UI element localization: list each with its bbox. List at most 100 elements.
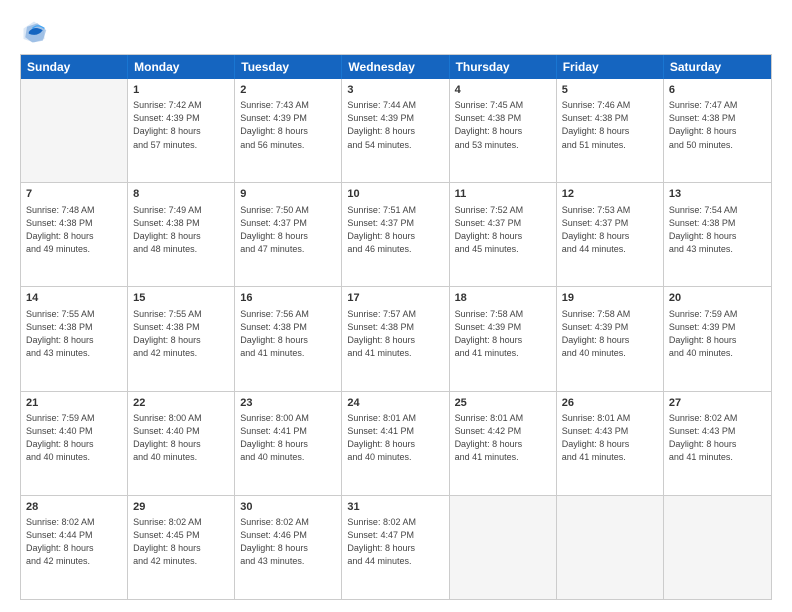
day-number: 13 (669, 187, 766, 202)
table-row: 26Sunrise: 8:01 AMSunset: 4:43 PMDayligh… (557, 392, 664, 495)
table-row: 15 Sunrise: 7:55 AMSunset: 4:38 PMDayligh… (128, 287, 235, 390)
header-day-monday: Monday (128, 55, 235, 79)
table-row: 12 Sunrise: 7:53 AMSunset: 4:37 PMDayligh… (557, 183, 664, 286)
table-row: 5Sunrise: 7:46 AMSunset: 4:38 PMDaylight… (557, 79, 664, 182)
header-day-wednesday: Wednesday (342, 55, 449, 79)
calendar-row-3: 14 Sunrise: 7:55 AMSunset: 4:38 PMDayligh… (21, 286, 771, 390)
day-number: 24 (347, 396, 443, 411)
table-row: 22Sunrise: 8:00 AMSunset: 4:40 PMDayligh… (128, 392, 235, 495)
header-day-thursday: Thursday (450, 55, 557, 79)
day-number: 16 (240, 291, 336, 306)
cell-info: Sunrise: 7:44 AMSunset: 4:39 PMDaylight:… (347, 99, 443, 151)
day-number: 9 (240, 187, 336, 202)
table-row: 11Sunrise: 7:52 AMSunset: 4:37 PMDayligh… (450, 183, 557, 286)
calendar-row-4: 21Sunrise: 7:59 AMSunset: 4:40 PMDayligh… (21, 391, 771, 495)
cell-info: Sunrise: 7:45 AMSunset: 4:38 PMDaylight:… (455, 99, 551, 151)
day-number: 22 (133, 396, 229, 411)
cell-info: Sunrise: 7:51 AMSunset: 4:37 PMDaylight:… (347, 204, 443, 256)
logo (20, 18, 52, 46)
day-number: 28 (26, 500, 122, 515)
cell-info: Sunrise: 8:02 AMSunset: 4:46 PMDaylight:… (240, 516, 336, 568)
table-row: 16 Sunrise: 7:56 AMSunset: 4:38 PMDayligh… (235, 287, 342, 390)
cell-info: Sunrise: 8:02 AMSunset: 4:43 PMDaylight:… (669, 412, 766, 464)
day-number: 12 (562, 187, 658, 202)
cell-info: Sunrise: 8:01 AMSunset: 4:42 PMDaylight:… (455, 412, 551, 464)
day-number: 19 (562, 291, 658, 306)
calendar-row-2: 7 Sunrise: 7:48 AMSunset: 4:38 PMDaylight… (21, 182, 771, 286)
table-row: 14Sunrise: 7:55 AMSunset: 4:38 PMDayligh… (21, 287, 128, 390)
day-number: 3 (347, 83, 443, 98)
day-number: 1 (133, 83, 229, 98)
cell-info: Sunrise: 7:54 AMSunset: 4:38 PMDaylight:… (669, 204, 766, 256)
table-row: 8 Sunrise: 7:49 AMSunset: 4:38 PMDaylight… (128, 183, 235, 286)
cell-info: Sunrise: 7:58 AMSunset: 4:39 PMDaylight:… (455, 308, 551, 360)
table-row: 20 Sunrise: 7:59 AMSunset: 4:39 PMDayligh… (664, 287, 771, 390)
day-number: 26 (562, 396, 658, 411)
cell-info: Sunrise: 8:00 AMSunset: 4:40 PMDaylight:… (133, 412, 229, 464)
table-row: 23Sunrise: 8:00 AMSunset: 4:41 PMDayligh… (235, 392, 342, 495)
table-row (450, 496, 557, 599)
cell-info: Sunrise: 8:01 AMSunset: 4:43 PMDaylight:… (562, 412, 658, 464)
day-number: 31 (347, 500, 443, 515)
day-number: 2 (240, 83, 336, 98)
day-number: 7 (26, 187, 122, 202)
day-number: 25 (455, 396, 551, 411)
cell-info: Sunrise: 7:52 AMSunset: 4:37 PMDaylight:… (455, 204, 551, 256)
table-row (21, 79, 128, 182)
table-row: 28Sunrise: 8:02 AMSunset: 4:44 PMDayligh… (21, 496, 128, 599)
calendar-body: 1Sunrise: 7:42 AMSunset: 4:39 PMDaylight… (21, 79, 771, 599)
table-row: 9 Sunrise: 7:50 AMSunset: 4:37 PMDaylight… (235, 183, 342, 286)
header-day-friday: Friday (557, 55, 664, 79)
table-row: 19 Sunrise: 7:58 AMSunset: 4:39 PMDayligh… (557, 287, 664, 390)
day-number: 20 (669, 291, 766, 306)
table-row: 18Sunrise: 7:58 AMSunset: 4:39 PMDayligh… (450, 287, 557, 390)
calendar-row-5: 28Sunrise: 8:02 AMSunset: 4:44 PMDayligh… (21, 495, 771, 599)
table-row: 3Sunrise: 7:44 AMSunset: 4:39 PMDaylight… (342, 79, 449, 182)
cell-info: Sunrise: 8:02 AMSunset: 4:44 PMDaylight:… (26, 516, 122, 568)
table-row: 21Sunrise: 7:59 AMSunset: 4:40 PMDayligh… (21, 392, 128, 495)
day-number: 4 (455, 83, 551, 98)
calendar-row-1: 1Sunrise: 7:42 AMSunset: 4:39 PMDaylight… (21, 79, 771, 182)
table-row: 1Sunrise: 7:42 AMSunset: 4:39 PMDaylight… (128, 79, 235, 182)
cell-info: Sunrise: 7:46 AMSunset: 4:38 PMDaylight:… (562, 99, 658, 151)
day-number: 21 (26, 396, 122, 411)
cell-info: Sunrise: 7:49 AMSunset: 4:38 PMDaylight:… (133, 204, 229, 256)
day-number: 5 (562, 83, 658, 98)
table-row (557, 496, 664, 599)
cell-info: Sunrise: 8:02 AMSunset: 4:45 PMDaylight:… (133, 516, 229, 568)
table-row: 6Sunrise: 7:47 AMSunset: 4:38 PMDaylight… (664, 79, 771, 182)
table-row: 13 Sunrise: 7:54 AMSunset: 4:38 PMDayligh… (664, 183, 771, 286)
cell-info: Sunrise: 7:57 AMSunset: 4:38 PMDaylight:… (347, 308, 443, 360)
table-row: 25Sunrise: 8:01 AMSunset: 4:42 PMDayligh… (450, 392, 557, 495)
calendar-page: SundayMondayTuesdayWednesdayThursdayFrid… (0, 0, 792, 612)
cell-info: Sunrise: 7:50 AMSunset: 4:37 PMDaylight:… (240, 204, 336, 256)
cell-info: Sunrise: 7:59 AMSunset: 4:39 PMDaylight:… (669, 308, 766, 360)
day-number: 14 (26, 291, 122, 306)
day-number: 17 (347, 291, 443, 306)
cell-info: Sunrise: 8:00 AMSunset: 4:41 PMDaylight:… (240, 412, 336, 464)
day-number: 8 (133, 187, 229, 202)
day-number: 10 (347, 187, 443, 202)
cell-info: Sunrise: 7:53 AMSunset: 4:37 PMDaylight:… (562, 204, 658, 256)
cell-info: Sunrise: 7:48 AMSunset: 4:38 PMDaylight:… (26, 204, 122, 256)
calendar: SundayMondayTuesdayWednesdayThursdayFrid… (20, 54, 772, 600)
table-row: 27Sunrise: 8:02 AMSunset: 4:43 PMDayligh… (664, 392, 771, 495)
cell-info: Sunrise: 7:55 AMSunset: 4:38 PMDaylight:… (133, 308, 229, 360)
logo-icon (20, 18, 48, 46)
cell-info: Sunrise: 7:56 AMSunset: 4:38 PMDaylight:… (240, 308, 336, 360)
table-row: 2Sunrise: 7:43 AMSunset: 4:39 PMDaylight… (235, 79, 342, 182)
cell-info: Sunrise: 8:01 AMSunset: 4:41 PMDaylight:… (347, 412, 443, 464)
calendar-header: SundayMondayTuesdayWednesdayThursdayFrid… (21, 55, 771, 79)
cell-info: Sunrise: 7:58 AMSunset: 4:39 PMDaylight:… (562, 308, 658, 360)
cell-info: Sunrise: 7:59 AMSunset: 4:40 PMDaylight:… (26, 412, 122, 464)
day-number: 6 (669, 83, 766, 98)
cell-info: Sunrise: 8:02 AMSunset: 4:47 PMDaylight:… (347, 516, 443, 568)
table-row: 4Sunrise: 7:45 AMSunset: 4:38 PMDaylight… (450, 79, 557, 182)
table-row: 24Sunrise: 8:01 AMSunset: 4:41 PMDayligh… (342, 392, 449, 495)
day-number: 27 (669, 396, 766, 411)
table-row: 31Sunrise: 8:02 AMSunset: 4:47 PMDayligh… (342, 496, 449, 599)
table-row: 7 Sunrise: 7:48 AMSunset: 4:38 PMDaylight… (21, 183, 128, 286)
table-row: 10 Sunrise: 7:51 AMSunset: 4:37 PMDayligh… (342, 183, 449, 286)
day-number: 15 (133, 291, 229, 306)
day-number: 23 (240, 396, 336, 411)
